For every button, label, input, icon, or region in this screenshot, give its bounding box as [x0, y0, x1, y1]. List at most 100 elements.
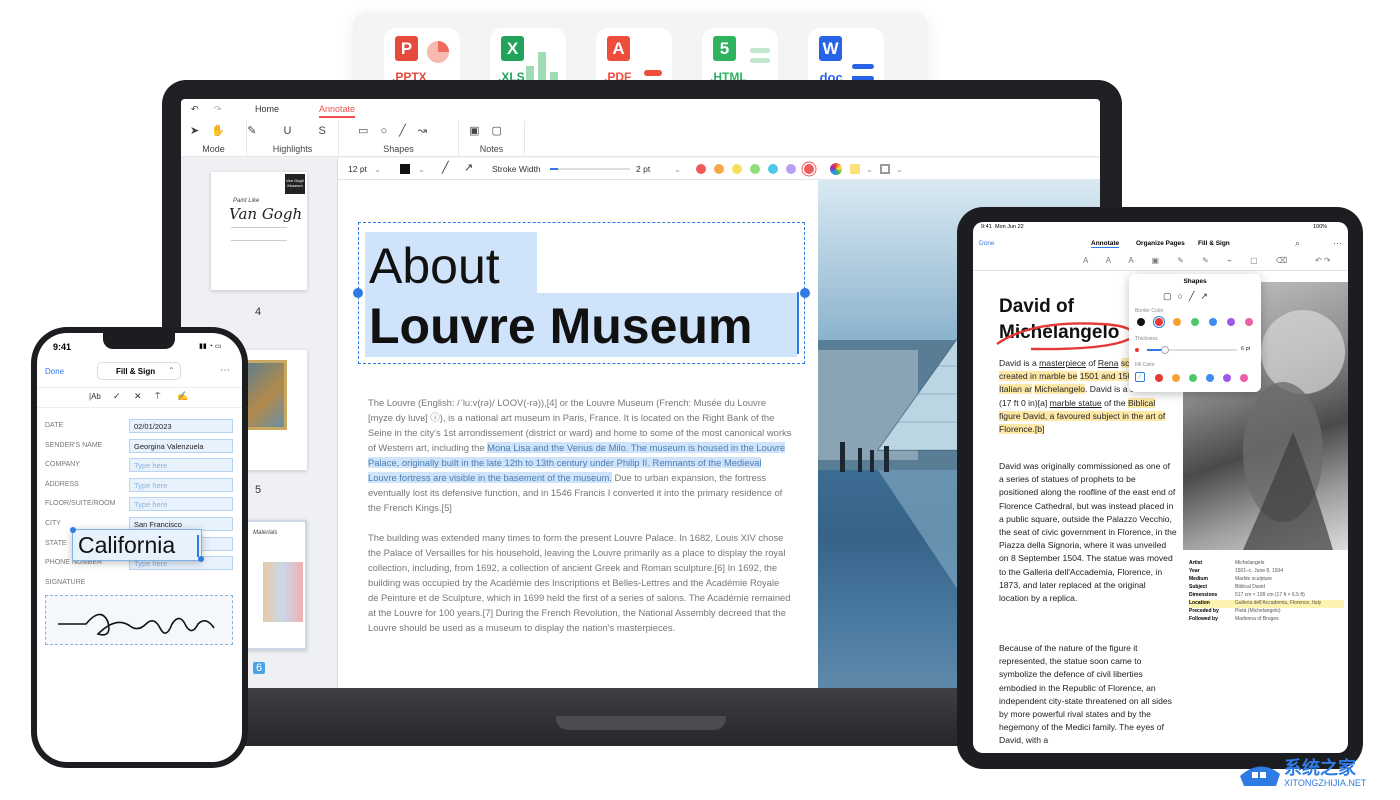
form-input[interactable]: Type here	[129, 458, 233, 473]
redo-icon[interactable]: ↷	[214, 104, 222, 115]
article-para-2[interactable]: David was originally commissioned as one…	[999, 460, 1177, 605]
no-fill-icon[interactable]: ⁄	[1135, 372, 1145, 382]
resize-handle[interactable]	[198, 556, 204, 562]
form-input[interactable]: Type here	[129, 497, 233, 512]
freehand-circle-annotation[interactable]	[991, 316, 1141, 356]
para-text: of	[1085, 358, 1098, 368]
tab-annotate[interactable]: Annotate	[319, 104, 356, 118]
stroke-slider[interactable]	[550, 168, 630, 170]
tab-home[interactable]: Home	[255, 104, 279, 114]
more-icon[interactable]: ⋯	[1333, 238, 1342, 249]
border-style[interactable]	[880, 164, 890, 174]
stroke-value[interactable]: 2 pt	[636, 164, 650, 174]
text-tool[interactable]: |Ab	[89, 392, 101, 401]
paragraph-2[interactable]: The building was extended many times to …	[368, 530, 792, 635]
fill-sign-title: Fill & Sign	[116, 367, 156, 376]
notes-group: ▣▢ Notes	[459, 121, 525, 155]
check-tool-icon[interactable]: ✓	[113, 391, 121, 402]
color-swatch[interactable]	[768, 164, 778, 174]
text-comment-icons[interactable]: ▣▢	[459, 124, 524, 137]
line-icon[interactable]: ╱	[442, 161, 449, 174]
shape-tools-icons[interactable]: ▭○╱↝	[339, 124, 458, 137]
color-picker[interactable]	[400, 164, 410, 174]
state-text-overlay[interactable]: California	[70, 527, 204, 562]
divider	[973, 270, 1348, 271]
chevron-down-icon[interactable]: ⌄	[418, 164, 425, 175]
stamp-icon[interactable]: ⍑	[155, 391, 160, 402]
done-button[interactable]: Done	[979, 240, 995, 247]
link-masterpiece[interactable]: masterpiece	[1039, 358, 1086, 368]
form-input[interactable]: Type here	[129, 477, 233, 492]
color-swatch[interactable]	[1173, 318, 1181, 326]
color-swatch[interactable]	[1206, 374, 1214, 382]
color-swatch[interactable]	[1155, 318, 1163, 326]
tab-fill-sign[interactable]: Fill & Sign	[1198, 240, 1230, 247]
thickness-knob[interactable]	[1161, 346, 1169, 354]
cross-tool-icon[interactable]: ✕	[134, 391, 142, 402]
info-value: Michelangelo	[1235, 560, 1265, 566]
chevron-down-icon[interactable]: ⌄	[674, 164, 681, 175]
info-key: Preceded by	[1189, 608, 1219, 614]
color-swatch[interactable]	[1227, 318, 1235, 326]
more-icon[interactable]: ⋯	[220, 365, 230, 376]
color-swatch[interactable]	[804, 164, 814, 174]
resize-handle[interactable]	[70, 527, 76, 533]
form-input[interactable]: Georgina Valenzuela	[129, 438, 233, 453]
thumbnail-page-4[interactable]: Van Gogh Museum Paint Like Van Gogh	[211, 172, 307, 290]
tablet-status-date: Mon Jun 22	[995, 224, 1024, 230]
fill-sign-dropdown[interactable]: Fill & Sign ⌃	[97, 362, 181, 380]
color-swatch[interactable]	[732, 164, 742, 174]
link-marble-statue[interactable]: marble statue	[1050, 398, 1102, 408]
color-swatch[interactable]	[1189, 374, 1197, 382]
color-swatch[interactable]	[1155, 374, 1163, 382]
info-value: 1501–c. June 8, 1504	[1235, 568, 1284, 574]
field-label: CITY	[45, 520, 61, 527]
undo-icon[interactable]: ↶	[191, 104, 199, 115]
done-button[interactable]: Done	[45, 367, 64, 376]
resize-handle[interactable]	[800, 288, 810, 298]
paragraph-1[interactable]: The Louvre (English: /ˈluːv(rə)/ LOOV(-r…	[368, 395, 792, 515]
undo-redo-icons[interactable]: ↶ ↷	[1315, 256, 1331, 265]
color-swatch[interactable]	[1209, 318, 1217, 326]
font-size-select[interactable]: 12 pt	[348, 164, 367, 174]
document-page: About Louvre Museum The Louvre (English:…	[338, 180, 818, 688]
page-number: 4	[255, 306, 262, 318]
tab-annotate[interactable]: Annotate	[1091, 240, 1120, 248]
color-swatch[interactable]	[1223, 374, 1231, 382]
color-swatch[interactable]	[696, 164, 706, 174]
color-wheel-icon[interactable]	[830, 163, 842, 175]
article-para-3[interactable]: Because of the nature of the figure it r…	[999, 642, 1177, 748]
arrow-icon[interactable]: ↗	[464, 161, 473, 174]
tab-organize-pages[interactable]: Organize Pages	[1136, 240, 1185, 247]
signature-icon[interactable]: ✍	[177, 391, 188, 402]
annotation-tools-icons[interactable]: A A A ▣ ✎ ✎ ⌁ ▢ ⌫	[1083, 256, 1295, 265]
chevron-down-icon[interactable]: ⌄	[866, 164, 873, 175]
info-value: Biblical David	[1235, 584, 1266, 590]
form-input[interactable]: 02/01/2023	[129, 419, 233, 433]
highlight[interactable]: Michelangelo	[1034, 384, 1085, 395]
color-swatch[interactable]	[1191, 318, 1199, 326]
search-icon[interactable]: ⌕	[1295, 238, 1300, 249]
page-number: 5	[255, 484, 262, 496]
chevron-down-icon[interactable]: ⌄	[374, 164, 381, 175]
color-swatch[interactable]	[714, 164, 724, 174]
border-color-label: Border Color	[1135, 308, 1164, 314]
cursor-hand-icons[interactable]: ➤✋	[181, 124, 246, 137]
link-renaissance[interactable]: Rena	[1098, 358, 1119, 368]
signature-box[interactable]	[45, 595, 233, 645]
pen-underline-strike-icons[interactable]: ✎ U S	[247, 124, 338, 137]
color-swatch[interactable]	[1137, 318, 1145, 326]
article-heading-line1[interactable]: David of	[999, 296, 1074, 318]
shape-type-icons[interactable]: ▢○╱↗	[1163, 291, 1214, 302]
color-swatch[interactable]	[750, 164, 760, 174]
chevron-down-icon[interactable]: ⌄	[896, 164, 903, 175]
color-swatch[interactable]	[1240, 374, 1248, 382]
color-swatch[interactable]	[1245, 318, 1253, 326]
divider	[37, 387, 242, 388]
color-swatch[interactable]	[1172, 374, 1180, 382]
color-swatch[interactable]	[786, 164, 796, 174]
resize-handle[interactable]	[353, 288, 363, 298]
fill-color[interactable]	[850, 164, 860, 174]
info-key: Artist	[1189, 560, 1203, 566]
selection-box[interactable]	[358, 222, 805, 364]
